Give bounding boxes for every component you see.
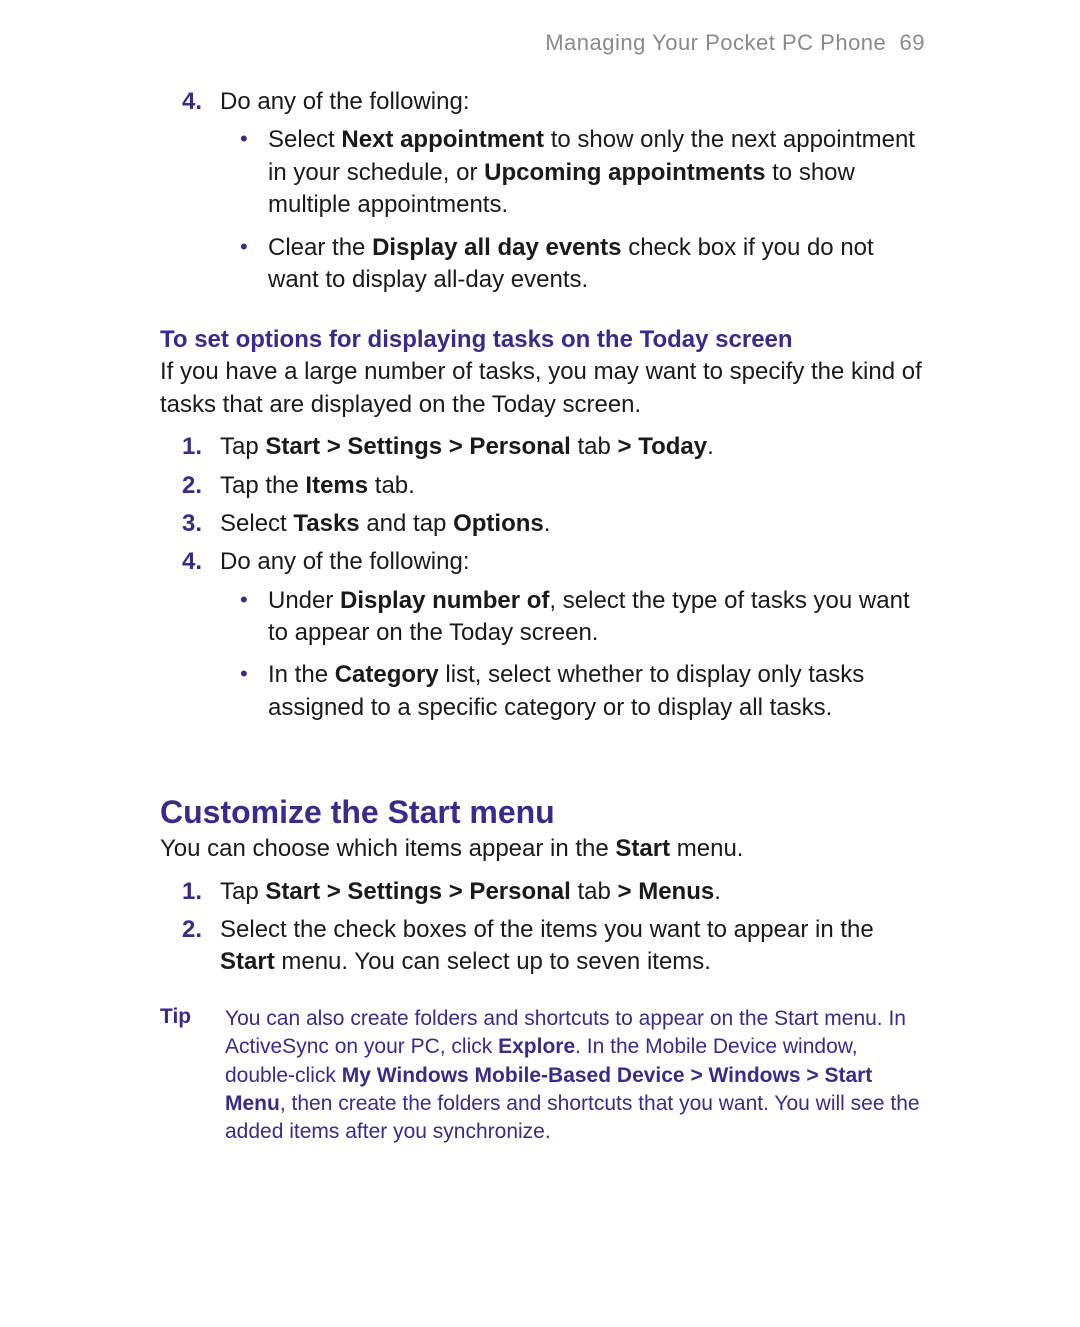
step-number: 4. xyxy=(182,86,202,118)
bullet-item: • In the Category list, select whether t… xyxy=(268,659,925,724)
text: tab. xyxy=(368,472,415,499)
text: , then create the folders and shortcuts … xyxy=(225,1092,920,1143)
bullet-item: • Select Next appointment to show only t… xyxy=(268,124,925,221)
step-text: Tap Start > Settings > Personal tab > To… xyxy=(220,433,714,460)
bold-text: Display number of xyxy=(340,587,549,614)
bold-text: > Menus xyxy=(618,878,715,905)
text: . xyxy=(544,510,551,537)
bold-text: Start > Settings > Personal xyxy=(265,433,570,460)
ordered-list-tasks: 1. Tap Start > Settings > Personal tab >… xyxy=(160,431,925,724)
ordered-list-start-menu: 1. Tap Start > Settings > Personal tab >… xyxy=(160,876,925,979)
bold-text: Start > Settings > Personal xyxy=(265,878,570,905)
bullet-icon: • xyxy=(240,661,248,687)
step-4: 4. Do any of the following: • Select Nex… xyxy=(220,86,925,296)
step-2: 2. Tap the Items tab. xyxy=(220,470,925,502)
text: Under xyxy=(268,587,340,614)
text: Tap xyxy=(220,433,265,460)
paragraph-intro-start-menu: You can choose which items appear in the… xyxy=(160,833,925,865)
step-text: Tap the Items tab. xyxy=(220,472,415,499)
bullet-text: Under Display number of, select the type… xyxy=(268,587,910,646)
text: and tap xyxy=(360,510,453,537)
bold-text: Tasks xyxy=(293,510,359,537)
step-text: Select the check boxes of the items you … xyxy=(220,916,874,975)
step-number: 1. xyxy=(182,876,202,908)
bullet-item: • Clear the Display all day events check… xyxy=(268,232,925,297)
bullet-list: • Select Next appointment to show only t… xyxy=(220,124,925,296)
text: menu. xyxy=(670,835,743,862)
paragraph-intro-tasks: If you have a large number of tasks, you… xyxy=(160,356,925,421)
bold-text: Items xyxy=(305,472,368,499)
page-number: 69 xyxy=(900,30,925,55)
text: tab xyxy=(571,878,618,905)
text: Tap the xyxy=(220,472,305,499)
bullet-item: • Under Display number of, select the ty… xyxy=(268,585,925,650)
step-2: 2. Select the check boxes of the items y… xyxy=(220,914,925,979)
text: Select xyxy=(268,126,341,153)
bullet-text: Select Next appointment to show only the… xyxy=(268,126,915,218)
step-number: 1. xyxy=(182,431,202,463)
text: . xyxy=(714,878,721,905)
bold-text: Display all day events xyxy=(372,234,621,261)
bold-text: Options xyxy=(453,510,544,537)
bullet-icon: • xyxy=(240,126,248,152)
bold-text: Next appointment xyxy=(341,126,544,153)
text: You can choose which items appear in the xyxy=(160,835,615,862)
bullet-list: • Under Display number of, select the ty… xyxy=(220,585,925,725)
subheading-tasks: To set options for displaying tasks on t… xyxy=(160,326,925,354)
text: Tap xyxy=(220,878,265,905)
step-3: 3. Select Tasks and tap Options. xyxy=(220,508,925,540)
tip-label: Tip xyxy=(160,1005,225,1147)
bold-text: Upcoming appointments xyxy=(484,159,765,186)
tip-block: Tip You can also create folders and shor… xyxy=(160,1005,925,1147)
step-text: Do any of the following: xyxy=(220,548,469,575)
bullet-text: In the Category list, select whether to … xyxy=(268,661,864,720)
tip-body: You can also create folders and shortcut… xyxy=(225,1005,925,1147)
text: Select the check boxes of the items you … xyxy=(220,916,874,943)
step-4: 4. Do any of the following: • Under Disp… xyxy=(220,546,925,724)
text: tab xyxy=(571,433,618,460)
bold-text: Explore xyxy=(498,1035,575,1058)
bullet-icon: • xyxy=(240,234,248,260)
bold-text: Category xyxy=(335,661,439,688)
text: Select xyxy=(220,510,293,537)
running-title: Managing Your Pocket PC Phone xyxy=(545,30,886,55)
text: Clear the xyxy=(268,234,372,261)
heading-customize-start-menu: Customize the Start menu xyxy=(160,794,925,831)
text: In the xyxy=(268,661,335,688)
bold-text: Start xyxy=(220,948,275,975)
step-1: 1. Tap Start > Settings > Personal tab >… xyxy=(220,876,925,908)
step-1: 1. Tap Start > Settings > Personal tab >… xyxy=(220,431,925,463)
ordered-list-continued: 4. Do any of the following: • Select Nex… xyxy=(160,86,925,296)
step-number: 3. xyxy=(182,508,202,540)
step-number: 2. xyxy=(182,470,202,502)
step-text: Do any of the following: xyxy=(220,88,469,115)
page: Managing Your Pocket PC Phone 69 4. Do a… xyxy=(0,0,1080,1327)
bold-text: > Today xyxy=(618,433,708,460)
running-header: Managing Your Pocket PC Phone 69 xyxy=(160,30,925,56)
text: . xyxy=(707,433,714,460)
step-number: 2. xyxy=(182,914,202,946)
step-number: 4. xyxy=(182,546,202,578)
bullet-icon: • xyxy=(240,587,248,613)
step-text: Tap Start > Settings > Personal tab > Me… xyxy=(220,878,721,905)
bullet-text: Clear the Display all day events check b… xyxy=(268,234,874,293)
text: menu. You can select up to seven items. xyxy=(275,948,711,975)
step-text: Select Tasks and tap Options. xyxy=(220,510,550,537)
bold-text: Start xyxy=(615,835,670,862)
